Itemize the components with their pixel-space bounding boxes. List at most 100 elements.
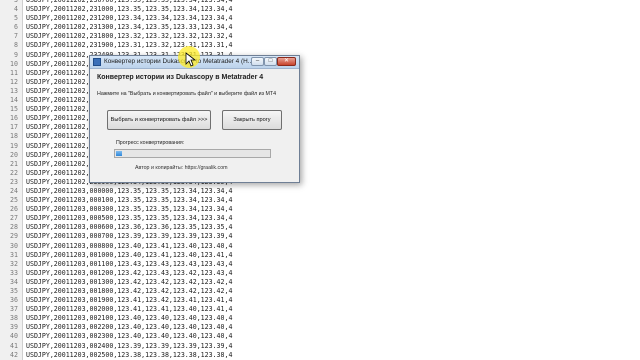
mouse-pointer-icon	[185, 52, 197, 67]
line-text: USDJPY,20011203,000100,123.35,123.35,123…	[26, 196, 233, 205]
line-number: 36	[10, 296, 18, 305]
line-text: USDJPY,20011203,001200,123.42,123.43,123…	[26, 268, 233, 277]
line-number: 25	[10, 196, 18, 205]
line-number: 35	[10, 287, 18, 295]
line-text: USDJPY,20011203,001100,123.43,123.43,123…	[26, 259, 233, 268]
author-copyright: Автор и копирайты: https://graalik.com	[135, 165, 228, 171]
line-number: 13	[10, 86, 18, 95]
line-number: 29	[10, 232, 18, 241]
line-number: 4	[14, 5, 18, 14]
editor-line: 41 USDJPY,20011203,002400,123.39,123.39,1…	[0, 342, 640, 351]
line-text: USDJPY,20011203,002300,123.40,123.40,123…	[26, 332, 233, 341]
line-number: 28	[10, 223, 18, 232]
line-number: 38	[10, 314, 18, 323]
progress-bar-fill	[116, 151, 122, 156]
editor-line: 28 USDJPY,20011203,000600,123.36,123.36,1…	[0, 223, 640, 232]
line-number: 8	[14, 41, 18, 50]
line-number: 37	[10, 305, 18, 314]
editor-line: 32 USDJPY,20011203,001100,123.43,123.43,1…	[0, 260, 640, 269]
instruction-text: Нажмите на "Выбрать и конвертировать фай…	[97, 91, 277, 97]
editor-line: 5 USDJPY,20011202,231200,123.34,123.34,12…	[0, 14, 640, 23]
line-number: 5	[14, 14, 18, 23]
dialog-heading: Конвертер истории из Dukascopy в Metatra…	[97, 74, 264, 81]
line-number: 42	[10, 350, 18, 359]
editor-line: 24 USDJPY,20011203,000000,123.35,123.35,1…	[0, 187, 640, 196]
window-close-button[interactable]: ✕	[277, 57, 296, 66]
line-number: 20	[10, 150, 18, 159]
line-number: 16	[10, 114, 18, 123]
select-and-convert-button[interactable]: Выбрать и конвертировать файл >>>	[107, 110, 211, 130]
line-number: 22	[10, 168, 18, 177]
line-text: USDJPY,20011203,000300,123.35,123.35,123…	[26, 205, 233, 214]
line-number: 18	[10, 132, 18, 141]
editor-line: 34 USDJPY,20011203,001300,123.42,123.42,1…	[0, 278, 640, 287]
line-text: USDJPY,20011203,002200,123.40,123.40,123…	[26, 323, 233, 332]
editor-line: 38 USDJPY,20011203,002100,123.40,123.40,1…	[0, 314, 640, 323]
line-text: USDJPY,20011203,001300,123.42,123.42,123…	[26, 277, 233, 286]
editor-line: 36 USDJPY,20011203,001900,123.41,123.42,1…	[0, 296, 640, 305]
line-number: 26	[10, 205, 18, 214]
line-number: 23	[10, 177, 18, 186]
line-number: 30	[10, 241, 18, 250]
progress-label: Прогресс конвертирования:	[116, 140, 185, 146]
line-number: 27	[10, 214, 18, 223]
app-icon	[93, 58, 101, 66]
line-number: 9	[14, 50, 18, 59]
editor-line: 25 USDJPY,20011203,000100,123.35,123.35,1…	[0, 196, 640, 205]
line-number: 39	[10, 323, 18, 332]
minimize-button[interactable]: –	[251, 57, 264, 66]
line-number: 12	[10, 77, 18, 86]
editor-line: 33 USDJPY,20011203,001200,123.42,123.43,1…	[0, 269, 640, 278]
line-number: 33	[10, 268, 18, 277]
line-number: 6	[14, 23, 18, 32]
line-number: 31	[10, 250, 18, 259]
line-text: USDJPY,20011203,000600,123.36,123.36,123…	[26, 223, 233, 232]
editor-line: 8 USDJPY,20011202,231900,123.31,123.32,12…	[0, 41, 640, 50]
editor-line: 31 USDJPY,20011203,001000,123.40,123.41,1…	[0, 251, 640, 260]
line-text: USDJPY,20011203,001000,123.40,123.41,123…	[26, 250, 233, 259]
line-number: 14	[10, 96, 18, 105]
converter-dialog: Конвертер истории Dukascopy to Metatrade…	[89, 55, 300, 183]
line-text: USDJPY,20011202,231300,123.34,123.35,123…	[26, 23, 233, 32]
line-number: 21	[10, 159, 18, 168]
line-text: USDJPY,20011203,002400,123.39,123.39,123…	[26, 341, 233, 350]
line-text: USDJPY,20011203,000000,123.35,123.35,123…	[26, 186, 233, 195]
line-text: USDJPY,20011202,231800,123.32,123.32,123…	[26, 32, 233, 41]
line-text: USDJPY,20011202,231000,123.35,123.35,123…	[26, 5, 233, 14]
line-text: USDJPY,20011202,231900,123.31,123.32,123…	[26, 41, 233, 50]
line-text: USDJPY,20011203,001800,123.42,123.42,123…	[26, 287, 233, 295]
editor-line: 40 USDJPY,20011203,002300,123.40,123.40,1…	[0, 332, 640, 341]
line-text: USDJPY,20011202,231200,123.34,123.34,123…	[26, 14, 233, 23]
editor-line: 30 USDJPY,20011203,000800,123.40,123.41,1…	[0, 242, 640, 251]
line-number: 15	[10, 105, 18, 114]
line-number: 19	[10, 141, 18, 150]
editor-line: 39 USDJPY,20011203,002200,123.40,123.40,1…	[0, 323, 640, 332]
editor-line: 37 USDJPY,20011203,002000,123.41,123.41,1…	[0, 305, 640, 314]
maximize-button[interactable]: □	[264, 57, 277, 66]
line-text: USDJPY,20011203,000500,123.35,123.35,123…	[26, 214, 233, 223]
editor-line: 4 USDJPY,20011202,231000,123.35,123.35,12…	[0, 5, 640, 14]
line-text: USDJPY,20011203,002100,123.40,123.40,123…	[26, 314, 233, 323]
line-number: 11	[10, 68, 18, 77]
editor-line: 42 USDJPY,20011203,002500,123.38,123.38,1…	[0, 351, 640, 360]
line-number: 10	[10, 59, 18, 68]
line-number: 34	[10, 277, 18, 286]
line-number: 41	[10, 341, 18, 350]
editor-line: 26 USDJPY,20011203,000300,123.35,123.35,1…	[0, 205, 640, 214]
line-number: 32	[10, 259, 18, 268]
line-number: 17	[10, 123, 18, 132]
line-number: 40	[10, 332, 18, 341]
editor-line: 29 USDJPY,20011203,000700,123.39,123.39,1…	[0, 232, 640, 241]
line-text: USDJPY,20011203,000800,123.40,123.41,123…	[26, 241, 233, 250]
editor-line: 6 USDJPY,20011202,231300,123.34,123.35,12…	[0, 23, 640, 32]
line-text: USDJPY,20011203,002000,123.41,123.41,123…	[26, 305, 233, 314]
line-number: 7	[14, 32, 18, 41]
line-text: USDJPY,20011203,002500,123.38,123.38,123…	[26, 350, 233, 359]
line-text: USDJPY,20011203,000700,123.39,123.39,123…	[26, 232, 233, 241]
editor-line: 35 USDJPY,20011203,001800,123.42,123.42,1…	[0, 287, 640, 296]
line-text: USDJPY,20011203,001900,123.41,123.42,123…	[26, 296, 233, 305]
editor-line: 7 USDJPY,20011202,231800,123.32,123.32,12…	[0, 32, 640, 41]
close-program-button[interactable]: Закрыть прогу	[222, 110, 282, 130]
editor-line: 27 USDJPY,20011203,000500,123.35,123.35,1…	[0, 214, 640, 223]
line-number: 24	[10, 186, 18, 195]
